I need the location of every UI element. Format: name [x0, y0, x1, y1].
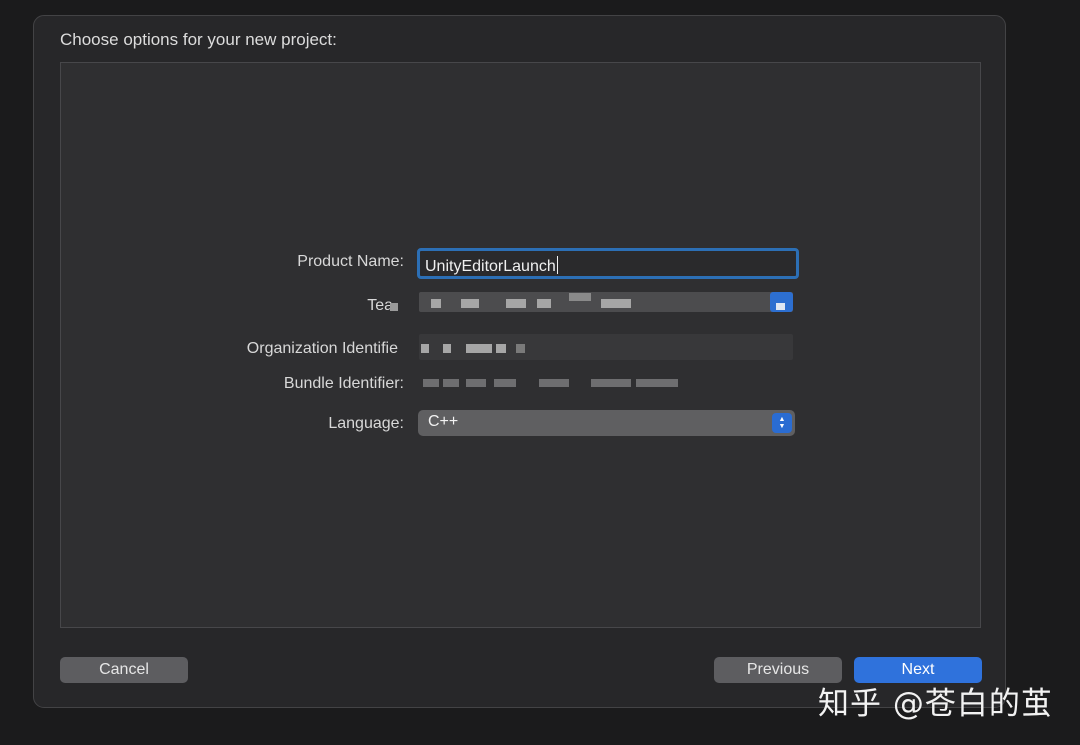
language-select[interactable]: C++ ▲ ▼	[418, 410, 795, 436]
text-caret	[556, 256, 558, 274]
product-name-label: Product Name:	[297, 253, 404, 270]
up-down-chevron-icon: ▲ ▼	[772, 413, 792, 433]
watermark-text: 知乎 @苍白的茧	[818, 686, 1053, 722]
team-popup-stepper-icon[interactable]	[770, 292, 793, 312]
bundle-identifier-label: Bundle Identifier:	[283, 375, 404, 392]
cancel-button[interactable]: Cancel	[60, 657, 188, 683]
language-label: Language:	[328, 415, 404, 432]
product-name-field[interactable]: UnityEditorLaunch	[417, 248, 799, 279]
language-selected-value: C++	[428, 413, 459, 430]
product-name-value: UnityEditorLaunch	[425, 258, 556, 275]
options-panel: Product Name: UnityEditorLaunch Tea Orga…	[60, 62, 981, 628]
sheet-title: Choose options for your new project:	[60, 30, 337, 49]
new-project-options-sheet: Choose options for your new project: Pro…	[33, 15, 1006, 708]
organization-identifier-label: Organization Identifie	[246, 340, 398, 357]
